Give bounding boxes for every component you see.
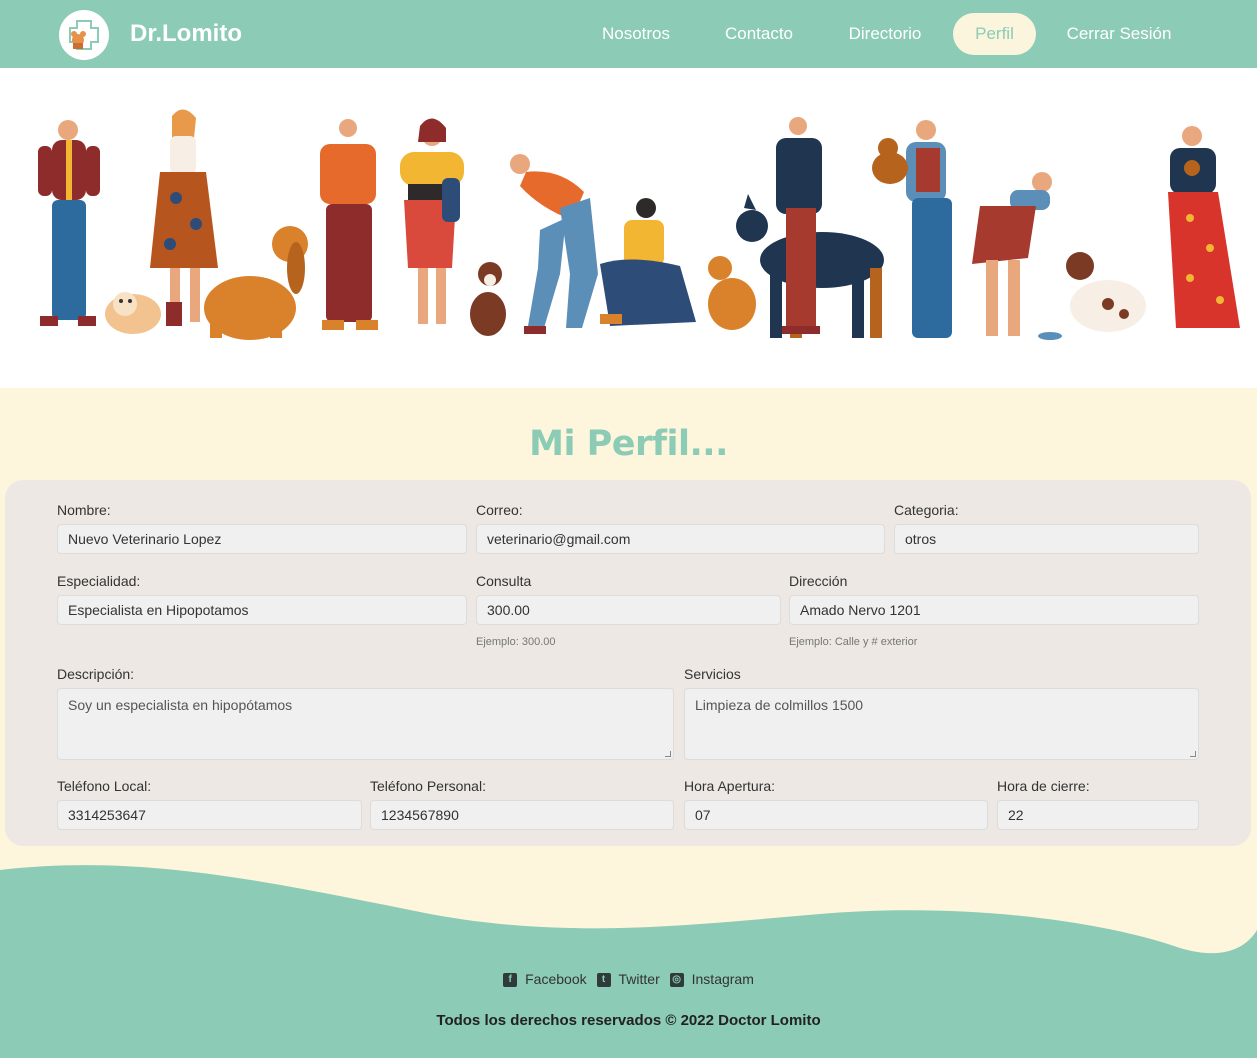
navbar: Dr.Lomito Nosotros Contacto Directorio P… — [0, 0, 1257, 68]
hero-illustration — [0, 68, 1257, 388]
instagram-icon: ◎ — [669, 973, 684, 988]
brand-name[interactable]: Dr.Lomito — [130, 20, 242, 48]
descripcion-text: Soy un especialista en hipopótamos — [68, 697, 293, 713]
dog-small — [470, 262, 506, 336]
twitter-label: Twitter — [618, 971, 660, 988]
person-5 — [510, 154, 598, 334]
people-with-dogs-illustration — [38, 109, 1240, 340]
dog-spotted — [1066, 252, 1146, 332]
person-9 — [972, 172, 1062, 340]
categoria-field[interactable]: otros — [894, 524, 1199, 554]
vet-logo-icon — [69, 20, 99, 50]
especialidad-field[interactable]: Especialista en Hipopotamos — [57, 595, 467, 625]
direccion-field[interactable]: Amado Nervo 1201 — [789, 595, 1199, 625]
instagram-link[interactable]: ◎ Instagram — [669, 971, 754, 988]
person-10 — [1168, 126, 1240, 328]
person-2 — [150, 109, 218, 326]
hora-cierre-label: Hora de cierre: — [997, 778, 1090, 794]
nav-item-perfil[interactable]: Perfil — [953, 13, 1036, 55]
hora-cierre-field[interactable]: 22 — [997, 800, 1199, 830]
profile-form: Nombre: Nuevo Veterinario Lopez Correo: … — [5, 480, 1251, 846]
categoria-label: Categoria: — [894, 502, 959, 518]
nombre-field[interactable]: Nuevo Veterinario Lopez — [57, 524, 467, 554]
page-title: Mi Perfil... — [529, 424, 728, 464]
servicios-textarea[interactable]: Limpieza de colmillos 1500 — [684, 688, 1199, 760]
person-6 — [600, 198, 696, 326]
nav-item-cerrar-sesion[interactable]: Cerrar Sesión — [1058, 13, 1180, 55]
person-8 — [872, 120, 952, 338]
consulta-hint: Ejemplo: 300.00 — [476, 636, 556, 648]
dog-brown — [708, 256, 756, 330]
hora-apertura-field[interactable]: 07 — [684, 800, 988, 830]
person-3 — [320, 119, 378, 330]
especialidad-label: Especialidad: — [57, 573, 141, 589]
copyright: Todos los derechos reservados © 2022 Doc… — [436, 1012, 821, 1029]
nombre-label: Nombre: — [57, 502, 111, 518]
twitter-link[interactable]: t Twitter — [596, 971, 660, 988]
consulta-label: Consulta — [476, 573, 532, 589]
correo-field[interactable]: veterinario@gmail.com — [476, 524, 885, 554]
twitter-icon: t — [596, 973, 611, 988]
telefono-local-field[interactable]: 3314253647 — [57, 800, 362, 830]
telefono-personal-label: Teléfono Personal: — [370, 778, 486, 794]
descripcion-textarea[interactable]: Soy un especialista en hipopótamos — [57, 688, 674, 760]
person-4 — [400, 118, 464, 324]
servicios-label: Servicios — [684, 666, 741, 682]
correo-label: Correo: — [476, 502, 523, 518]
direccion-label: Dirección — [789, 573, 848, 589]
consulta-field[interactable]: 300.00 — [476, 595, 781, 625]
direccion-hint: Ejemplo: Calle y # exterior — [789, 636, 918, 648]
logo[interactable] — [59, 10, 109, 60]
telefono-local-label: Teléfono Local: — [57, 778, 152, 794]
facebook-label: Facebook — [525, 971, 587, 988]
descripcion-label: Descripción: — [57, 666, 135, 682]
telefono-personal-field[interactable]: 1234567890 — [370, 800, 674, 830]
nav-item-nosotros[interactable]: Nosotros — [592, 13, 680, 55]
nav-item-contacto[interactable]: Contacto — [713, 13, 805, 55]
resize-handle-icon[interactable] — [1190, 751, 1196, 757]
dog-bulldog — [105, 292, 161, 334]
nav-item-directorio[interactable]: Directorio — [838, 13, 932, 55]
person-1 — [38, 120, 100, 326]
facebook-link[interactable]: f Facebook — [503, 971, 587, 988]
person-7 — [776, 117, 822, 334]
hora-apertura-label: Hora Apertura: — [684, 778, 776, 794]
dog-cocker — [204, 226, 308, 340]
profile-section: Mi Perfil... Nombre: Nuevo Veterinario L… — [0, 388, 1257, 868]
facebook-icon: f — [503, 973, 518, 988]
social-links: f Facebook t Twitter ◎ Instagram — [0, 970, 1257, 988]
resize-handle-icon[interactable] — [665, 751, 671, 757]
instagram-label: Instagram — [691, 971, 754, 988]
servicios-text: Limpieza de colmillos 1500 — [695, 697, 864, 713]
footer: f Facebook t Twitter ◎ Instagram Todos los … — [0, 860, 1257, 1058]
